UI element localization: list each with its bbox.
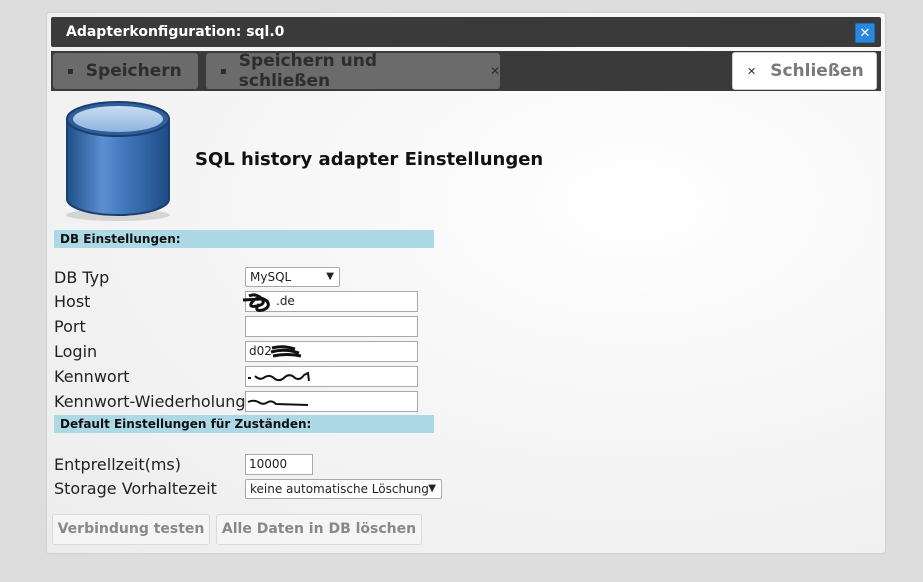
chevron-down-icon: ▼ bbox=[428, 483, 436, 494]
close-icon: ✕ bbox=[859, 26, 871, 41]
retention-value: keine automatische Löschung bbox=[250, 482, 429, 496]
close-icon: ✕ bbox=[747, 64, 757, 78]
dialog-titlebar[interactable]: Adapterkonfiguration: sql.0 ✕ bbox=[51, 17, 881, 47]
login-label: Login bbox=[54, 342, 98, 361]
password-label: Kennwort bbox=[54, 367, 130, 386]
close-icon: ✕ bbox=[489, 64, 500, 78]
db-type-select[interactable]: MySQL ▼ bbox=[245, 267, 340, 287]
adapter-config-dialog: Adapterkonfiguration: sql.0 ✕ ▪ Speicher… bbox=[47, 13, 885, 553]
delete-all-data-button[interactable]: Alle Daten in DB löschen bbox=[216, 514, 422, 545]
redaction-scribble bbox=[242, 293, 270, 312]
retention-label: Storage Vorhaltezeit bbox=[54, 479, 217, 498]
save-button[interactable]: ▪ Speichern bbox=[53, 53, 198, 89]
chevron-down-icon: ▼ bbox=[326, 271, 334, 282]
dialog-close-button[interactable]: ✕ bbox=[855, 23, 875, 43]
dialog-title: Adapterkonfiguration: sql.0 bbox=[66, 24, 285, 40]
floppy-icon: ▪ bbox=[67, 65, 74, 77]
redaction-scribble bbox=[248, 371, 310, 382]
db-type-label: DB Typ bbox=[54, 268, 110, 287]
db-settings-section-header: DB Einstellungen: bbox=[54, 230, 434, 248]
floppy-icon: ▪ bbox=[220, 65, 227, 77]
retention-select[interactable]: keine automatische Löschung ▼ bbox=[245, 479, 442, 499]
page-title: SQL history adapter Einstellungen bbox=[195, 149, 544, 170]
redaction-scribble bbox=[270, 345, 302, 358]
debounce-label: Entprellzeit(ms) bbox=[54, 455, 182, 474]
save-and-close-label: Speichern und schließen bbox=[238, 51, 378, 91]
port-input[interactable] bbox=[245, 316, 418, 337]
default-settings-section-header: Default Einstellungen für Zuständen: bbox=[54, 415, 434, 433]
host-label: Host bbox=[54, 292, 91, 311]
test-connection-button[interactable]: Verbindung testen bbox=[52, 514, 210, 545]
save-button-label: Speichern bbox=[85, 61, 182, 81]
database-icon bbox=[66, 101, 170, 221]
save-and-close-button[interactable]: ▪ Speichern und schließen ✕ bbox=[206, 51, 500, 91]
password-repeat-label: Kennwort-Wiederholung bbox=[54, 392, 246, 411]
close-button-label: Schließen bbox=[770, 61, 864, 81]
port-label: Port bbox=[54, 317, 86, 336]
close-button[interactable]: ✕ Schließen bbox=[732, 52, 877, 90]
redaction-scribble bbox=[247, 399, 309, 406]
db-type-value: MySQL bbox=[250, 270, 292, 284]
dialog-toolbar: ▪ Speichern ▪ Speichern und schließen ✕ … bbox=[51, 51, 881, 91]
debounce-input[interactable]: 10000 bbox=[245, 454, 313, 475]
